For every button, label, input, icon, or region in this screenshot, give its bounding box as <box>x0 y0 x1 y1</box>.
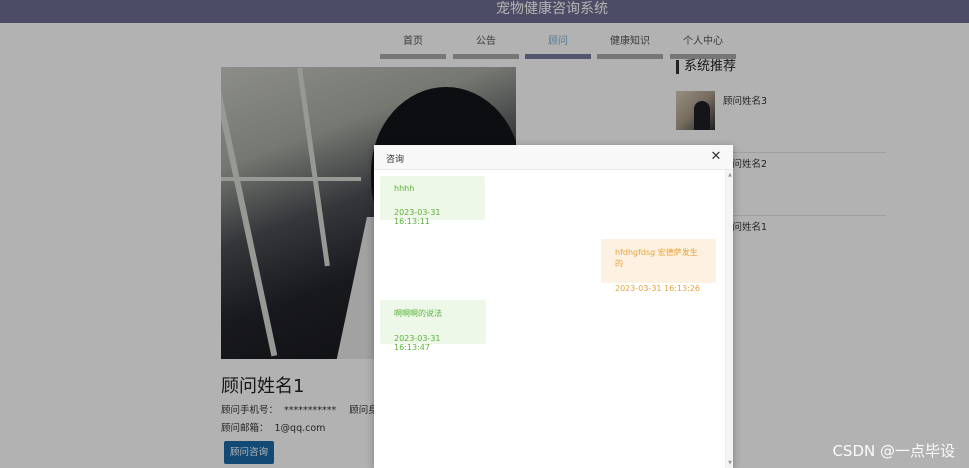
consult-dialog: 咨询 ✕ hhhh 2023-03-31 16:13:11 hfdhgfdsg … <box>374 145 733 468</box>
chat-message: 啊啊啊的说法 2023-03-31 16:13:47 <box>380 300 486 352</box>
dialog-header: 咨询 ✕ <box>374 145 733 170</box>
chat-messages: hhhh 2023-03-31 16:13:11 hfdhgfdsg 宏德萨发生… <box>374 170 733 468</box>
dialog-scrollbar[interactable]: ▲ ▼ <box>725 170 733 468</box>
chat-message: hfdhgfdsg 宏德萨发生的 2023-03-31 16:13:26 <box>601 239 716 293</box>
message-time: 2023-03-31 16:13:26 <box>615 284 700 293</box>
scroll-down-icon[interactable]: ▼ <box>727 460 733 466</box>
watermark: CSDN @一点毕设 <box>832 442 955 460</box>
message-time: 2023-03-31 16:13:11 <box>394 208 441 226</box>
dialog-title: 咨询 <box>386 155 405 165</box>
message-text: hhhh <box>394 184 415 193</box>
close-icon[interactable]: ✕ <box>709 150 723 164</box>
message-text: 啊啊啊的说法 <box>394 309 442 318</box>
message-text: hfdhgfdsg 宏德萨发生的 <box>615 248 698 268</box>
scroll-up-icon[interactable]: ▲ <box>727 172 733 178</box>
chat-message: hhhh 2023-03-31 16:13:11 <box>380 176 485 226</box>
message-time: 2023-03-31 16:13:47 <box>394 334 441 352</box>
